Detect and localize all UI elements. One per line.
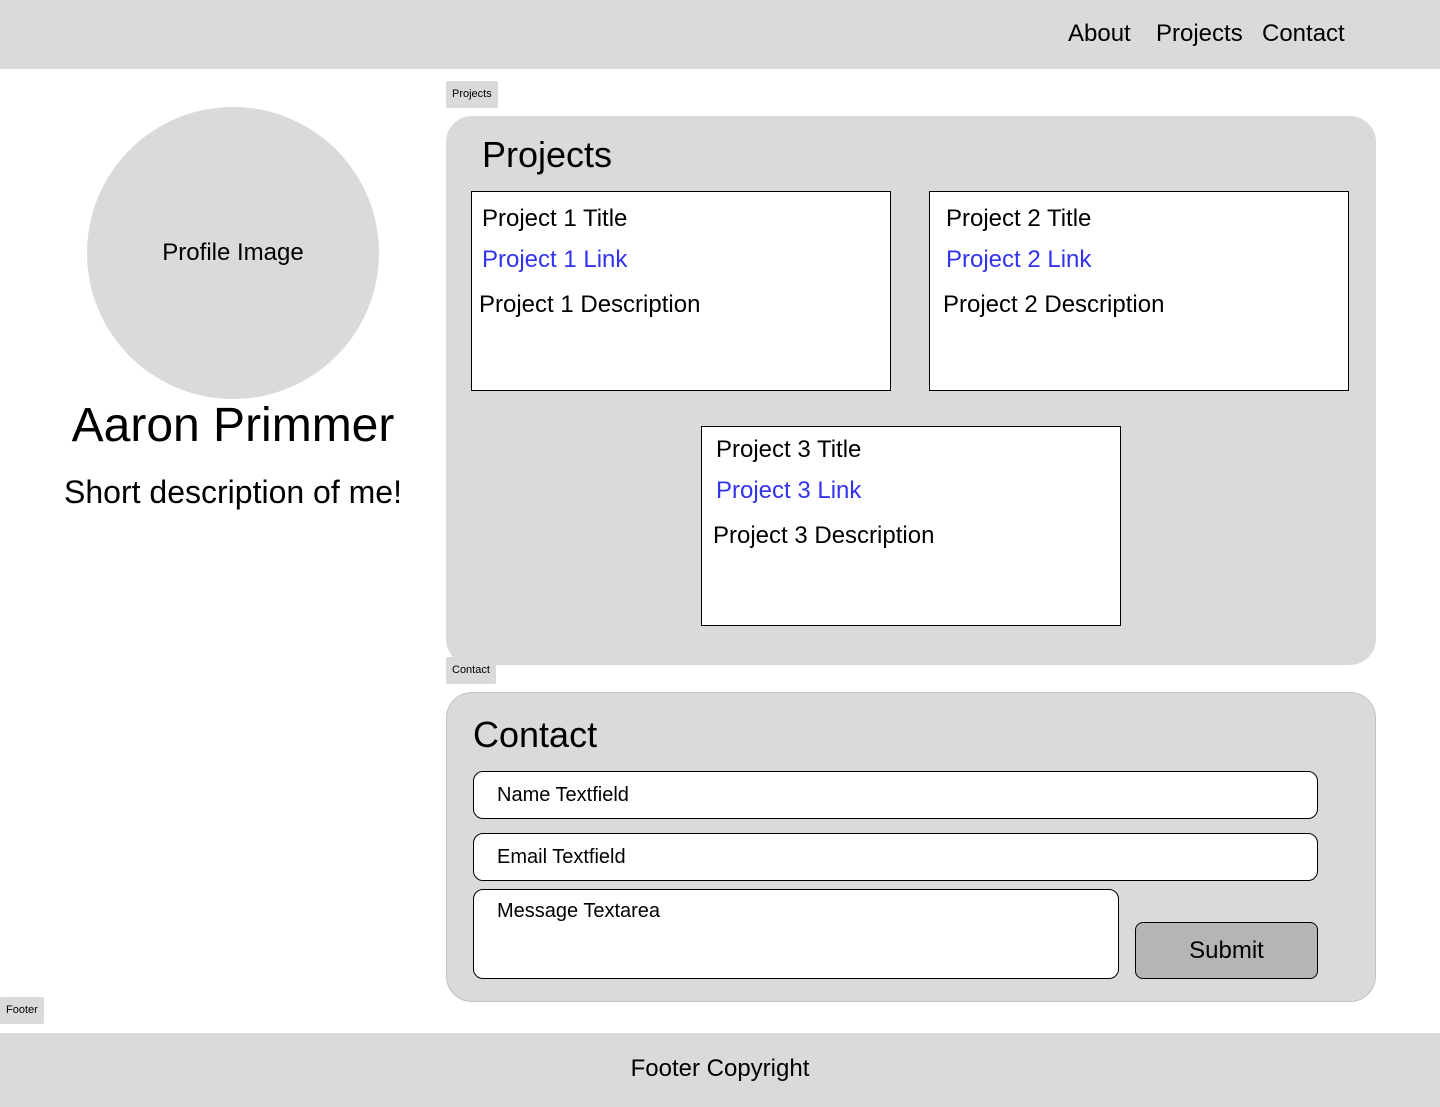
project-title: Project 3 Title (716, 436, 862, 463)
profile-image-placeholder: Profile Image (87, 107, 379, 399)
profile-image-label: Profile Image (162, 239, 304, 266)
projects-frame-tag: Projects (446, 81, 498, 108)
profile-description: Short description of me! (64, 474, 402, 510)
nav-link-about[interactable]: About (1068, 20, 1131, 48)
project-title: Project 1 Title (482, 205, 628, 232)
message-textarea[interactable] (473, 889, 1119, 979)
contact-heading: Contact (473, 714, 598, 755)
projects-heading: Projects (482, 134, 613, 175)
nav-link-contact[interactable]: Contact (1262, 20, 1345, 48)
project-description: Project 1 Description (479, 291, 701, 318)
project-description: Project 3 Description (713, 522, 935, 549)
project-description: Project 2 Description (943, 291, 1165, 318)
project-link[interactable]: Project 2 Link (946, 246, 1091, 274)
footer-frame-tag: Footer (0, 997, 44, 1024)
email-field[interactable] (473, 833, 1318, 881)
submit-button[interactable]: Submit (1135, 922, 1318, 979)
footer-copyright: Footer Copyright (630, 1055, 810, 1082)
project-link[interactable]: Project 3 Link (716, 477, 861, 505)
project-link[interactable]: Project 1 Link (482, 246, 627, 274)
project-title: Project 2 Title (946, 205, 1092, 232)
name-field[interactable] (473, 771, 1318, 819)
nav-link-projects[interactable]: Projects (1156, 20, 1243, 48)
profile-name: Aaron Primmer (71, 399, 395, 452)
contact-frame-tag: Contact (446, 657, 496, 684)
